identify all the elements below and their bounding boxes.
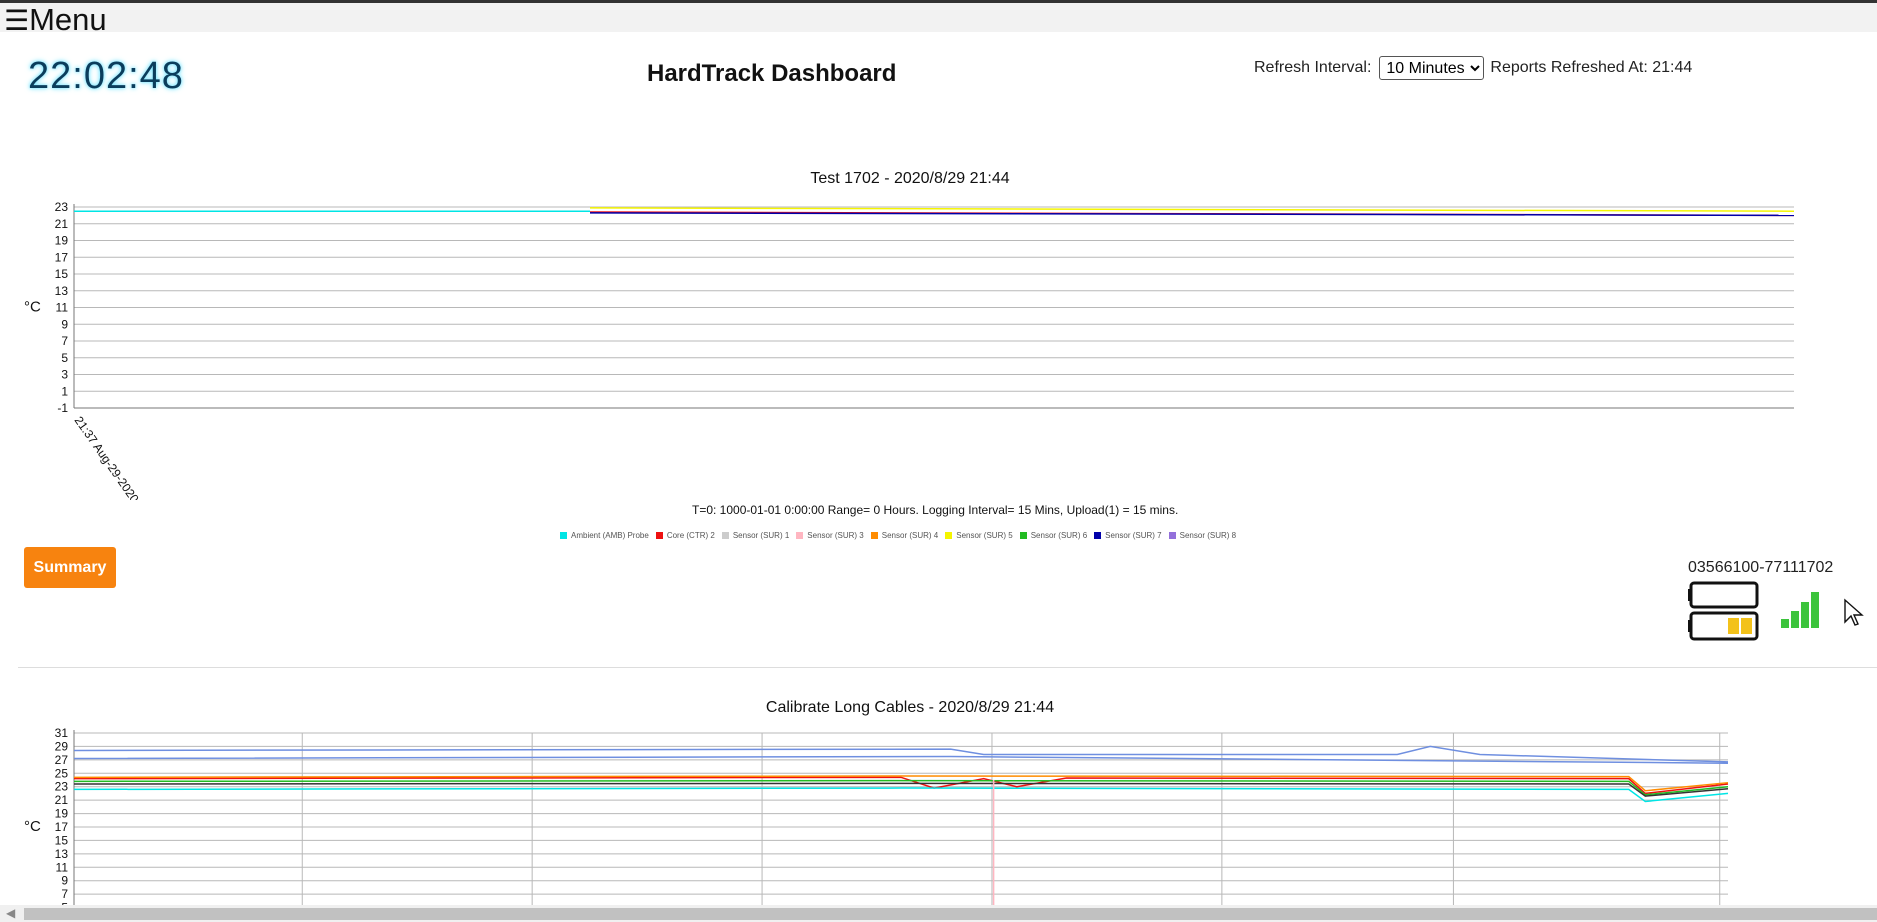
legend-swatch bbox=[1168, 532, 1176, 539]
series-line bbox=[73, 787, 1729, 803]
horizontal-scrollbar[interactable]: ◀ bbox=[0, 905, 1877, 922]
y-tick-label: 23 bbox=[55, 200, 69, 214]
y-tick-label: 19 bbox=[55, 234, 69, 248]
y-tick-label: 1 bbox=[61, 384, 68, 398]
legend-label: Ambient (AMB) Probe bbox=[571, 531, 649, 540]
chart-1: 23 21 19 17 15 13 11 9 7 5 3 1 -1 °C 21:37 Aug-29-2020 bbox=[24, 200, 1795, 500]
legend-label: Sensor (SUR) 3 bbox=[807, 531, 864, 540]
mouse-cursor-icon bbox=[1844, 598, 1864, 626]
summary-button[interactable]: Summary bbox=[24, 547, 116, 588]
legend-swatch bbox=[655, 532, 663, 539]
legend-label: Sensor (SUR) 4 bbox=[881, 531, 939, 540]
y-tick-label: -1 bbox=[57, 401, 68, 415]
y-tick-label: 13 bbox=[55, 847, 69, 861]
y-tick-label: 13 bbox=[55, 284, 69, 298]
top-bar: ☰Menu bbox=[0, 0, 1877, 37]
chart-1-footnote: T=0: 1000-01-01 0:00:00 Range= 0 Hours. … bbox=[692, 503, 1179, 517]
y-tick-label: 9 bbox=[61, 874, 68, 888]
chart-2-title: Calibrate Long Cables - 2020/8/29 21:44 bbox=[765, 699, 1055, 716]
y-tick-label: 15 bbox=[55, 267, 69, 281]
hamburger-icon[interactable]: ☰ bbox=[4, 4, 29, 37]
legend-swatch bbox=[560, 532, 567, 539]
y-tick-label: 21 bbox=[55, 793, 69, 807]
y-tick-label: 9 bbox=[61, 317, 68, 331]
legend-label: Sensor (SUR) 1 bbox=[732, 531, 790, 540]
legend-item[interactable]: Sensor (SUR) 8 bbox=[1168, 531, 1237, 540]
legend-item[interactable]: Sensor (SUR) 5 bbox=[945, 531, 1013, 540]
refresh-controls: Refresh Interval: 10 Minutes Reports Ref… bbox=[1254, 56, 1692, 80]
page-title: HardTrack Dashboard bbox=[647, 60, 897, 87]
chart-2: 31292725232119171513119753°C bbox=[24, 726, 1729, 905]
y-tick-label: 11 bbox=[56, 860, 69, 874]
legend-swatch bbox=[721, 532, 729, 539]
legend-swatch bbox=[870, 532, 878, 539]
y-tick-label: 11 bbox=[56, 301, 69, 315]
y-axis-label: °C bbox=[24, 818, 41, 835]
y-tick-label: 5 bbox=[61, 351, 68, 365]
legend-label: Sensor (SUR) 8 bbox=[1179, 531, 1237, 540]
y-tick-label: 17 bbox=[55, 820, 69, 834]
y-tick-label: 3 bbox=[61, 368, 68, 382]
y-tick-label: 7 bbox=[61, 887, 68, 901]
scroll-left-icon[interactable]: ◀ bbox=[6, 906, 15, 920]
y-tick-label: 31 bbox=[55, 726, 69, 740]
battery-empty-icon bbox=[1688, 581, 1759, 609]
legend-label: Sensor (SUR) 6 bbox=[1030, 531, 1088, 540]
legend-swatch bbox=[1019, 532, 1027, 539]
legend-item[interactable]: Sensor (SUR) 6 bbox=[1019, 531, 1088, 540]
reports-refreshed-label: Reports Refreshed At: 21:44 bbox=[1490, 59, 1693, 76]
legend-item[interactable]: Sensor (SUR) 7 bbox=[1094, 531, 1162, 540]
y-tick-label: 15 bbox=[55, 833, 69, 847]
legend-item[interactable]: Core (CTR) 2 bbox=[655, 531, 715, 540]
y-tick-label: 19 bbox=[55, 807, 69, 821]
device-id: 03566100-77111702 bbox=[1688, 559, 1834, 576]
y-tick-label: 17 bbox=[55, 250, 69, 264]
legend-item[interactable]: Sensor (SUR) 4 bbox=[870, 531, 939, 540]
legend-label: Sensor (SUR) 5 bbox=[956, 531, 1013, 540]
battery-half-icon bbox=[1688, 611, 1759, 641]
legend-label: Sensor (SUR) 7 bbox=[1105, 531, 1162, 540]
legend-item[interactable]: Sensor (SUR) 1 bbox=[721, 531, 790, 540]
chart-1-title: Test 1702 - 2020/8/29 21:44 bbox=[810, 170, 1010, 187]
legend-label: Core (CTR) 2 bbox=[666, 531, 715, 540]
menu-label[interactable]: Menu bbox=[29, 2, 107, 37]
series-line bbox=[589, 207, 1795, 212]
signal-strength-icon bbox=[1781, 592, 1819, 628]
y-tick-label: 23 bbox=[55, 780, 69, 794]
refresh-interval-label: Refresh Interval: bbox=[1254, 59, 1372, 76]
legend-swatch bbox=[1094, 532, 1102, 539]
y-tick-label: 25 bbox=[55, 766, 69, 780]
legend-swatch bbox=[945, 532, 953, 539]
chart-1-legend: Ambient (AMB) Probe Core (CTR) 2 Sensor (S… bbox=[560, 531, 1236, 540]
y-tick-label: 7 bbox=[61, 334, 68, 348]
refresh-interval-select[interactable]: 10 Minutes bbox=[1379, 56, 1485, 80]
y-tick-label: 27 bbox=[55, 753, 69, 767]
y-axis-label: °C bbox=[24, 299, 41, 316]
legend-item[interactable]: Ambient (AMB) Probe bbox=[560, 531, 649, 540]
x-tick-label: 21:37 Aug-29-2020 bbox=[72, 414, 142, 500]
battery-status bbox=[1688, 581, 1759, 641]
clock: 22:02:48 bbox=[28, 55, 184, 97]
legend-item[interactable]: Sensor (SUR) 3 bbox=[796, 531, 864, 540]
y-tick-label: 29 bbox=[55, 739, 69, 753]
section-divider bbox=[18, 667, 1877, 668]
menu-button[interactable]: ☰Menu bbox=[4, 3, 107, 38]
series-line bbox=[73, 776, 1729, 795]
scrollbar-thumb[interactable] bbox=[24, 908, 1877, 920]
y-tick-label: 21 bbox=[55, 217, 69, 231]
legend-swatch bbox=[796, 532, 804, 539]
